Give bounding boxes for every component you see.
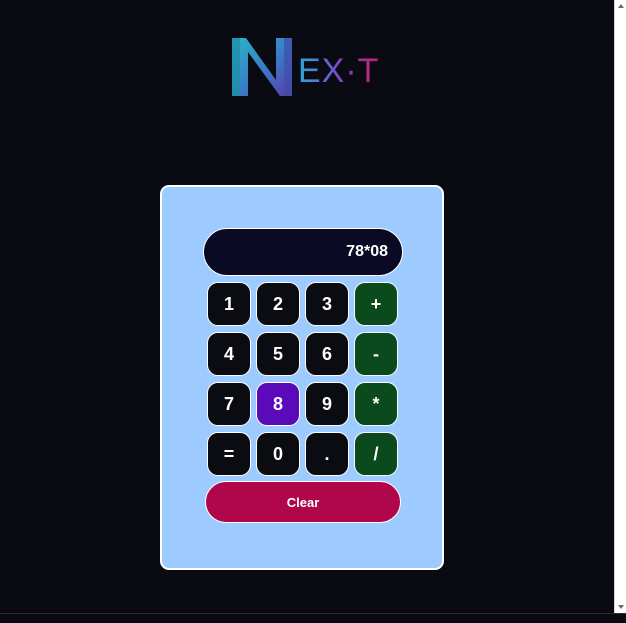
clear-button-label: Clear [286, 494, 320, 510]
key-multiply-button[interactable]: * [354, 382, 398, 426]
bottom-bar [0, 613, 626, 623]
next-logo-icon: EX·T [232, 38, 378, 96]
key-8-button[interactable]: 8 [256, 382, 300, 426]
clear-button[interactable]: Clear [205, 481, 401, 523]
key-6-button[interactable]: 6 [305, 332, 349, 376]
key-9-button[interactable]: 9 [305, 382, 349, 426]
svg-text:EX·T: EX·T [298, 52, 378, 90]
key-equals-button[interactable]: = [207, 432, 251, 476]
key-decimal-button[interactable]: . [305, 432, 349, 476]
key-5-button[interactable]: 5 [256, 332, 300, 376]
key-7-button[interactable]: 7 [207, 382, 251, 426]
vertical-scrollbar[interactable] [614, 0, 626, 613]
scroll-up-icon[interactable] [618, 4, 624, 8]
calculator-panel: 78*08 1 2 3 +4 5 6- 7 8 9 * = 0. / Clear [160, 185, 444, 570]
display-value: 78*08 [346, 243, 388, 260]
key-divide-button[interactable]: / [354, 432, 398, 476]
next-logo: EX·T [228, 34, 378, 100]
key-0-button[interactable]: 0 [256, 432, 300, 476]
scroll-down-icon[interactable] [618, 605, 624, 609]
calculator-keypad: 1 2 3 +4 5 6- 7 8 9 * = 0. / [207, 282, 400, 476]
key-minus-button[interactable]: - [354, 332, 398, 376]
key-4-button[interactable]: 4 [207, 332, 251, 376]
key-2-button[interactable]: 2 [256, 282, 300, 326]
key-3-button[interactable]: 3 [305, 282, 349, 326]
calculator-display: 78*08 [203, 228, 403, 276]
key-plus-button[interactable]: + [354, 282, 398, 326]
key-1-button[interactable]: 1 [207, 282, 251, 326]
page-viewport: EX·T 78*08 1 2 3 +4 5 6- 7 8 9 * = 0. / Clear [0, 0, 614, 613]
